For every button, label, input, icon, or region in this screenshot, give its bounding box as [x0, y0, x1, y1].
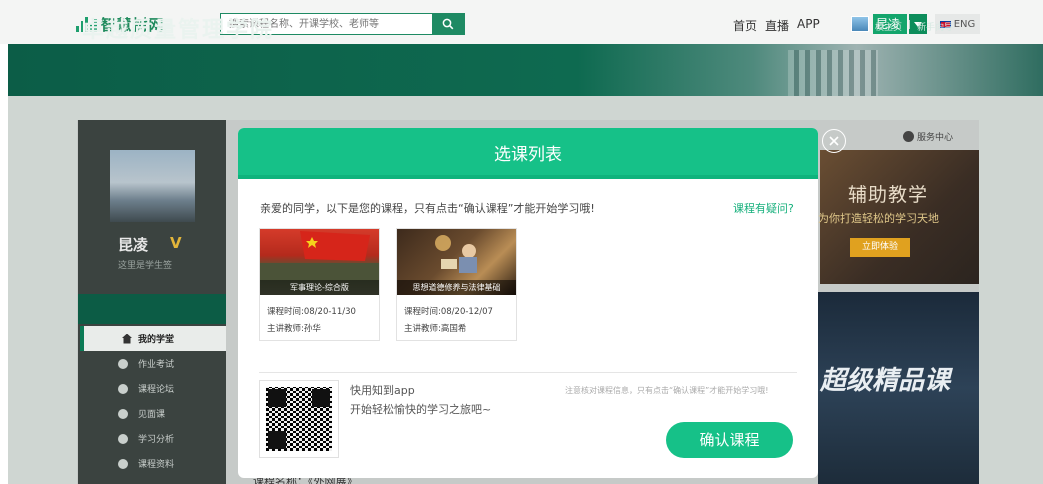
sidebar-item-analysis[interactable]: 学习分析: [80, 426, 226, 451]
service-center-label: 服务中心: [917, 133, 954, 143]
flag-image: [260, 231, 379, 280]
forum-icon: [118, 383, 128, 394]
course-teacher: 主讲教师:孙华: [267, 324, 321, 334]
modal-close-button[interactable]: [822, 129, 846, 153]
sidebar-subtitle: 这里是学生签: [118, 261, 173, 271]
course-cover-image: 军事理论-综合版: [260, 229, 379, 295]
sidebar-item-label: 作业考试: [138, 360, 175, 370]
nav-app[interactable]: APP: [797, 17, 820, 34]
app-promo-line2: 开始轻松愉快的学习之旅吧~: [350, 403, 492, 416]
course-caption: 军事理论-综合版: [260, 280, 379, 295]
sidebar-green-bar: [78, 294, 226, 324]
home-icon: [122, 333, 132, 344]
service-center-link[interactable]: 服务中心: [903, 130, 953, 143]
modal-header: 选课列表: [238, 128, 818, 179]
course-time: 课程时间:08/20-12/07: [404, 307, 493, 317]
school-name: 卓越质量管理学院: [82, 18, 275, 43]
sidebar-item-label: 课程资料: [138, 460, 175, 470]
nav-home[interactable]: 首页: [733, 17, 757, 34]
course-notice: 亲爱的同学，以下是您的课程，只有点击“确认课程”才能开始学习哦!: [260, 202, 595, 215]
course-card-military[interactable]: 军事理论-综合版 课程时间:08/20-11/30 主讲教师:孙华: [259, 228, 380, 341]
premium-course-title: 超级精品课: [820, 366, 951, 396]
try-now-button[interactable]: 立即体验: [850, 238, 910, 257]
modal-title: 选课列表: [494, 145, 562, 165]
confirm-tip: 注意核对课程信息，只有点击“确认课程”才能开始学习哦!: [565, 386, 769, 395]
user-cover-photo: [110, 150, 195, 222]
banner-links: 校主页 | 新手向导: [875, 20, 953, 33]
course-time: 课程时间:08/20-11/30: [267, 307, 356, 317]
sidebar-menu: 我的学堂 作业考试 课程论坛 见面课 学习分析 课程资料: [80, 326, 226, 476]
course-card-ethics[interactable]: 思想道德修养与法律基础 课程时间:08/20-12/07 主讲教师:高国希: [396, 228, 517, 341]
sidebar-item-label: 学习分析: [138, 435, 175, 445]
app-promo-line1: 快用知到app: [350, 384, 415, 397]
course-question-link[interactable]: 课程有疑问?: [733, 200, 794, 216]
banner-link-divider: |: [908, 20, 912, 30]
confirm-course-button[interactable]: 确认课程: [666, 422, 793, 458]
school-banner: [8, 44, 1043, 96]
search-button[interactable]: [432, 14, 464, 34]
modal-divider: [259, 372, 797, 373]
sidebar-item-homework[interactable]: 作业考试: [80, 351, 226, 376]
materials-icon: [118, 458, 128, 469]
child-reading-image: [435, 235, 477, 273]
sidebar-item-label: 见面课: [138, 410, 166, 420]
sidebar-item-label: 课程论坛: [138, 385, 175, 395]
question-circle-icon: [903, 131, 914, 142]
app-qr-code: [259, 380, 339, 458]
course-caption: 思想道德修养与法律基础: [397, 280, 516, 295]
qr-code-icon: [266, 387, 332, 451]
sidebar-user-name: 昆凌: [118, 236, 149, 254]
promo-subtitle: 为你打造轻松的学习天地: [818, 212, 939, 225]
banner-building-image: [788, 50, 878, 96]
language-label: ENG: [953, 18, 976, 30]
sidebar-item-my-classroom[interactable]: 我的学堂: [80, 326, 226, 351]
school-home-link[interactable]: 校主页: [875, 20, 902, 33]
sidebar-item-label: 我的学堂: [138, 335, 175, 345]
meeting-icon: [118, 408, 128, 419]
nav-live[interactable]: 直播: [765, 17, 789, 34]
close-icon: [829, 136, 839, 146]
search-icon: [442, 18, 454, 30]
avatar: [851, 16, 869, 32]
promo-title: 辅助教学: [848, 184, 929, 206]
top-nav: 首页 直播 APP: [733, 17, 820, 34]
course-cover-image: 思想道德修养与法律基础: [397, 229, 516, 295]
analysis-icon: [118, 433, 128, 444]
sidebar-item-materials[interactable]: 课程资料: [80, 451, 226, 476]
pencil-icon: [118, 358, 128, 369]
newbie-guide-link[interactable]: 新手向导: [917, 20, 953, 33]
vip-level-badge: V: [170, 234, 182, 252]
sidebar-item-forum[interactable]: 课程论坛: [80, 376, 226, 401]
course-teacher: 主讲教师:高国希: [404, 324, 467, 334]
sidebar-item-meeting[interactable]: 见面课: [80, 401, 226, 426]
